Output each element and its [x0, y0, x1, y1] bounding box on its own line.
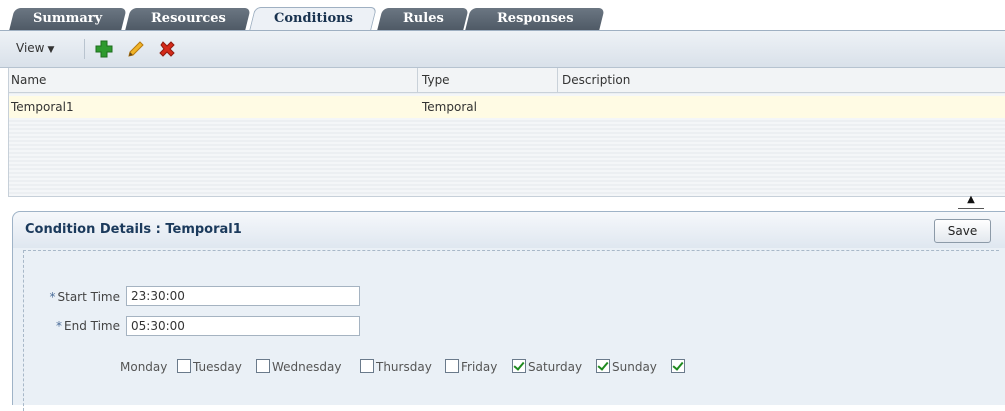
checkbox-tuesday[interactable]: [256, 359, 270, 373]
panel-title: Condition Details : Temporal1: [25, 222, 242, 237]
tab-responses-label: Responses: [496, 11, 574, 26]
tab-rules-label: Rules: [402, 11, 444, 26]
cell-name: Temporal1: [11, 100, 74, 114]
tab-conditions-label: Conditions: [273, 11, 353, 26]
checkbox-monday[interactable]: [177, 359, 191, 373]
end-time-label-text: End Time: [64, 319, 120, 333]
caret-down-icon: ▼: [47, 45, 55, 55]
tab-responses[interactable]: Responses: [465, 8, 605, 30]
cell-description: [558, 96, 1005, 118]
column-header-name[interactable]: Name: [9, 68, 417, 92]
delete-icon[interactable]: [157, 39, 177, 59]
conditions-table: Name Type Description Temporal1 Temporal: [8, 68, 1005, 196]
checkbox-sunday[interactable]: [671, 359, 685, 373]
start-time-input[interactable]: 23:30:00: [126, 286, 360, 306]
tab-conditions[interactable]: Conditions: [249, 7, 377, 31]
checkbox-thursday[interactable]: [445, 359, 459, 373]
toolbar-divider: [84, 39, 85, 59]
start-time-label: * Start Time: [20, 290, 121, 304]
details-form: * Start Time 23:30:00 * End Time 05:30:00 …: [23, 250, 999, 411]
tab-rules[interactable]: Rules: [377, 8, 469, 30]
day-label-saturday: Saturday: [528, 360, 583, 374]
table-bottom-border: [8, 196, 1005, 197]
condition-details-panel: Condition Details : Temporal1 Save * Star…: [12, 211, 1005, 411]
collapse-toggle-icon[interactable]: ▲: [958, 194, 984, 209]
column-header-description[interactable]: Description: [557, 68, 1005, 92]
tab-resources-label: Resources: [150, 11, 226, 26]
required-marker: *: [49, 290, 56, 304]
checkbox-saturday[interactable]: [596, 359, 610, 373]
table-header: Name Type Description: [9, 68, 1005, 93]
day-label-monday: Monday: [120, 360, 168, 374]
day-label-friday: Friday: [461, 360, 498, 374]
end-time-label: * End Time: [20, 319, 120, 333]
cell-type: Temporal: [422, 100, 477, 114]
table-row[interactable]: Temporal1 Temporal: [9, 96, 1005, 118]
add-icon[interactable]: [94, 39, 114, 59]
end-time-input[interactable]: 05:30:00: [126, 316, 360, 336]
tab-summary-label: Summary: [33, 11, 103, 26]
checkbox-friday[interactable]: [512, 359, 526, 373]
checkbox-wednesday[interactable]: [360, 359, 374, 373]
day-label-wednesday: Wednesday: [272, 360, 342, 374]
edit-icon[interactable]: [126, 39, 146, 59]
tab-summary[interactable]: Summary: [9, 8, 127, 30]
toolbar: View ▼: [0, 31, 1005, 68]
tab-resources[interactable]: Resources: [125, 8, 251, 30]
required-marker: *: [56, 319, 62, 333]
column-header-type[interactable]: Type: [417, 68, 557, 92]
day-label-tuesday: Tuesday: [193, 360, 242, 374]
save-button[interactable]: Save: [934, 219, 991, 243]
tab-bar: Summary Resources Conditions Rules Respo…: [0, 0, 1005, 31]
panel-header: Condition Details : Temporal1 Save: [13, 212, 1005, 248]
day-label-thursday: Thursday: [376, 360, 432, 374]
day-label-sunday: Sunday: [612, 360, 657, 374]
start-time-label-text: Start Time: [57, 290, 121, 304]
view-menu-label: View: [16, 41, 45, 55]
view-menu[interactable]: View ▼: [16, 41, 54, 55]
